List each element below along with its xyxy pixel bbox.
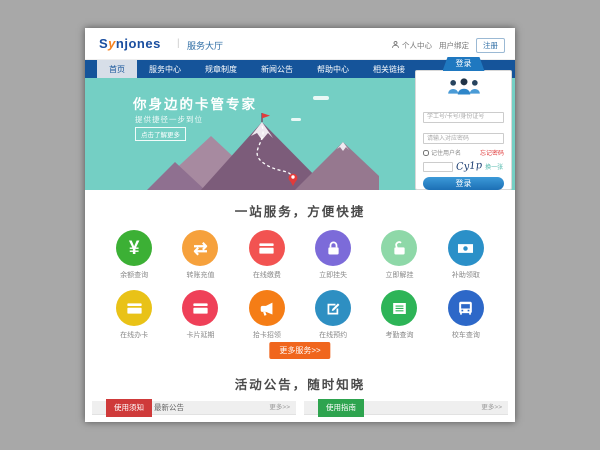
service-item[interactable]: ⇄ 转账充值 <box>167 230 233 280</box>
service-item[interactable]: 立即解挂 <box>366 230 432 280</box>
cloud-decoration <box>313 96 329 100</box>
service-label: 在线办卡 <box>101 330 167 340</box>
portal-page: Synjones | 服务大厅 个人中心 用户绑定 注册 首页 服务中心 规章制… <box>85 28 515 422</box>
portal-name: 服务大厅 <box>187 39 223 52</box>
logo-text-suffix: njones <box>116 36 161 51</box>
password-input[interactable] <box>423 133 504 144</box>
services-title: 一站服务，方便快捷 <box>85 201 515 220</box>
service-label: 补助领取 <box>433 270 499 280</box>
personal-center-label: 个人中心 <box>402 40 432 51</box>
service-item[interactable]: 立即挂失 <box>300 230 366 280</box>
nav-item-links[interactable]: 相关链接 <box>361 60 417 78</box>
service-item[interactable]: 卡片延期 <box>167 290 233 340</box>
mountain-illustration <box>147 112 379 190</box>
service-item[interactable]: 补助领取 <box>433 230 499 280</box>
hero-title: 你身边的卡管专家 <box>133 93 257 113</box>
service-item[interactable]: 在线缴费 <box>234 230 300 280</box>
service-label: 在线缴费 <box>234 270 300 280</box>
service-label: 立即挂失 <box>300 270 366 280</box>
captcha-input[interactable] <box>423 162 453 172</box>
announcements-section: 活动公告，随时知晓 使用须知 最新公告 更多>> 使用指南 更多>> <box>85 365 515 422</box>
service-item[interactable]: 在线预约 <box>300 290 366 340</box>
notice-more-link[interactable]: 更多>> <box>269 401 290 415</box>
user-binding-label: 用户绑定 <box>439 40 469 51</box>
username-input[interactable] <box>423 112 504 123</box>
service-label: 拾卡招领 <box>234 330 300 340</box>
remember-label: 记住用户名 <box>431 148 461 157</box>
latest-announcements-tab[interactable]: 最新公告 <box>154 401 184 415</box>
captcha-row: Cy1p 换一张 <box>423 161 504 172</box>
logo-text: S <box>99 36 108 51</box>
money-icon <box>448 230 484 266</box>
personal-center-link[interactable]: 个人中心 <box>391 40 432 51</box>
user-guide-tab[interactable]: 使用指南 <box>318 399 364 417</box>
header: Synjones | 服务大厅 个人中心 用户绑定 注册 <box>85 28 515 60</box>
service-label: 立即解挂 <box>366 270 432 280</box>
service-label: 在线预约 <box>300 330 366 340</box>
service-item[interactable]: ¥ 余额查询 <box>101 230 167 280</box>
login-submit-button[interactable]: 登录 <box>423 177 504 190</box>
service-label: 考勤查询 <box>366 330 432 340</box>
usage-notice-tab[interactable]: 使用须知 <box>106 399 152 417</box>
user-binding-link[interactable]: 用户绑定 <box>439 40 469 51</box>
card-icon <box>182 290 218 326</box>
service-label: 转账充值 <box>167 270 233 280</box>
edit-icon <box>315 290 351 326</box>
services-grid: ¥ 余额查询 ⇄ 转账充值在线缴费立即挂失立即解挂补助领取在线办卡卡片延期拾卡招领在线… <box>85 220 515 340</box>
service-item[interactable]: 在线办卡 <box>101 290 167 340</box>
person-icon <box>391 40 400 51</box>
service-item[interactable]: 考勤查询 <box>366 290 432 340</box>
logo[interactable]: Synjones <box>99 36 161 51</box>
announcements-title: 活动公告，随时知晓 <box>85 374 515 393</box>
card-icon <box>249 230 285 266</box>
nav-item-home[interactable]: 首页 <box>97 60 137 78</box>
logo-accent-mark: y <box>108 36 116 51</box>
yen-icon: ¥ <box>116 230 152 266</box>
remember-checkbox[interactable] <box>423 150 429 156</box>
guide-panel: 使用指南 更多>> <box>304 401 508 415</box>
login-tab[interactable]: 登录 <box>443 57 485 71</box>
forgot-password-link[interactable]: 忘记密码 <box>480 148 504 157</box>
transfer-icon: ⇄ <box>182 230 218 266</box>
megaphone-icon <box>249 290 285 326</box>
bus-icon <box>448 290 484 326</box>
list-icon <box>381 290 417 326</box>
more-services-button[interactable]: 更多服务>> <box>269 342 330 359</box>
unlock-icon <box>381 230 417 266</box>
service-item[interactable]: 校车查询 <box>433 290 499 340</box>
header-links: 个人中心 用户绑定 注册 <box>391 38 505 53</box>
service-item[interactable]: 拾卡招领 <box>234 290 300 340</box>
login-panel: 登录 记住用户名 忘记密码 Cy1p 换一张 登录 <box>415 70 512 190</box>
lock-icon <box>315 230 351 266</box>
services-section: 一站服务，方便快捷 ¥ 余额查询 ⇄ 转账充值在线缴费立即挂失立即解挂补助领取在线办卡… <box>85 190 515 365</box>
remember-row: 记住用户名 忘记密码 <box>423 148 504 157</box>
users-icon <box>423 77 504 102</box>
logo-divider: | <box>177 38 180 49</box>
register-button[interactable]: 注册 <box>476 38 505 53</box>
nav-item-help[interactable]: 帮助中心 <box>305 60 361 78</box>
notice-panel: 使用须知 最新公告 更多>> <box>92 401 296 415</box>
captcha-refresh-link[interactable]: 换一张 <box>485 162 503 171</box>
service-label: 卡片延期 <box>167 330 233 340</box>
nav-item-service-center[interactable]: 服务中心 <box>137 60 193 78</box>
captcha-image[interactable]: Cy1p <box>456 160 483 173</box>
announcement-panels: 使用须知 最新公告 更多>> 使用指南 更多>> <box>85 393 515 415</box>
nav-item-news[interactable]: 新闻公告 <box>249 60 305 78</box>
nav-item-rules[interactable]: 规章制度 <box>193 60 249 78</box>
guide-more-link[interactable]: 更多>> <box>481 401 502 415</box>
desktop-background: Synjones | 服务大厅 个人中心 用户绑定 注册 首页 服务中心 规章制… <box>0 0 600 450</box>
card-icon <box>116 290 152 326</box>
service-label: 校车查询 <box>433 330 499 340</box>
service-label: 余额查询 <box>101 270 167 280</box>
